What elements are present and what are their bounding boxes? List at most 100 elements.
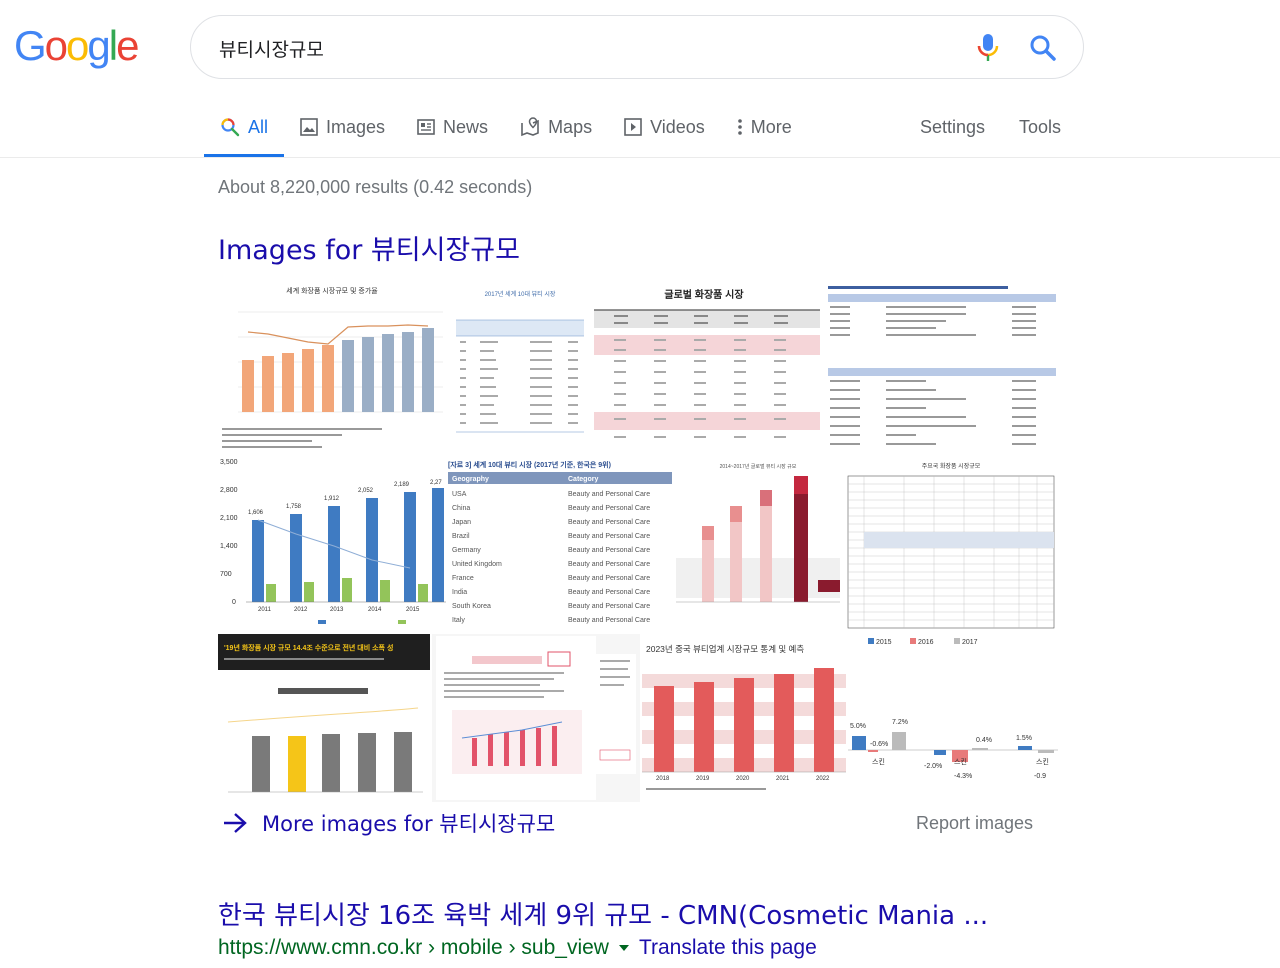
data-label: 2,189	[394, 482, 410, 488]
table-cell: Beauty and Personal Care	[568, 561, 650, 568]
result-url-row: https://www.cmn.co.kr › mobile › sub_vie…	[218, 936, 817, 960]
thumb-title: 2017년 세계 10대 뷰티 시장	[485, 290, 556, 298]
map-icon	[521, 117, 539, 137]
tab-videos[interactable]: Videos	[608, 102, 721, 152]
x-tick: 2019	[696, 776, 710, 782]
y-tick: 700	[220, 571, 232, 578]
image-thumbnail[interactable]: 5.0% 7.2% -0.6% -2.0% 0.4% 1.5% -4.3% -0…	[848, 710, 1058, 802]
tab-label: All	[248, 116, 269, 137]
table-cell: USA	[452, 491, 467, 498]
table-cell: Beauty and Personal Care	[568, 603, 650, 610]
table-cell: Beauty and Personal Care	[568, 505, 650, 512]
category-label: 스킨	[954, 757, 967, 766]
tab-label: Images	[326, 116, 386, 137]
search-icon[interactable]	[1029, 34, 1057, 62]
report-images-link[interactable]: Report images	[916, 813, 1033, 834]
category-label: 스킨	[872, 757, 885, 766]
table-cell: Beauty and Personal Care	[568, 589, 650, 596]
y-tick: 2,100	[220, 515, 238, 522]
x-tick: 2012	[294, 607, 308, 613]
image-thumbnail[interactable]: 세계 화장품 시장규모 및 증가율	[218, 282, 446, 454]
data-label: 2,052	[358, 488, 374, 494]
translate-link[interactable]: Translate this page	[639, 936, 817, 960]
data-label: -4.3%	[954, 773, 972, 780]
search-icon	[221, 118, 240, 137]
logo-letter: o	[66, 22, 89, 69]
data-label: 1,606	[248, 510, 264, 516]
tab-maps[interactable]: Maps	[504, 102, 608, 152]
caret-down-icon[interactable]	[618, 945, 629, 951]
table-cell: China	[452, 505, 470, 512]
image-thumbnail[interactable]: 2014~2017년 글로벌 뷰티 시장 규모	[676, 458, 840, 630]
thumb-title: 글로벌 화장품 시장	[664, 288, 744, 301]
result-title-link[interactable]: 한국 뷰티시장 16조 육박 세계 9위 규모 - CMN(Cosmetic M…	[218, 895, 988, 932]
search-input[interactable]	[219, 35, 939, 61]
logo-letter: G	[14, 22, 47, 69]
image-thumbnail[interactable]: 2017년 세계 10대 뷰티 시장	[452, 282, 588, 454]
table-cell: Beauty and Personal Care	[568, 491, 650, 498]
x-tick: 2013	[330, 607, 344, 613]
x-tick: 2011	[258, 607, 272, 613]
table-cell: Brazil	[452, 533, 470, 540]
data-label: 1.5%	[1016, 735, 1032, 742]
data-label: 7.2%	[892, 719, 908, 726]
data-label: -0.9	[1034, 773, 1046, 780]
data-label: 1,912	[324, 496, 340, 502]
legend-label: 2016	[918, 639, 934, 646]
image-grid: 세계 화장품 시장규모 및 증가율 2017년 세계 10대 뷰티 시장 글로벌…	[218, 282, 1058, 802]
table-cell: France	[452, 575, 474, 582]
x-tick: 2014	[368, 607, 382, 613]
tools-button[interactable]: Tools	[1019, 102, 1061, 152]
image-thumbnail[interactable]: [자료 3] 세계 10대 뷰티 시장 (2017년 기준, 한국은 9위) G…	[448, 458, 672, 630]
images-heading-link[interactable]: Images for 뷰티시장규모	[218, 228, 520, 267]
legend-label: 2017	[962, 639, 978, 646]
table-cell: Beauty and Personal Care	[568, 617, 650, 624]
tab-images[interactable]: Images	[284, 102, 401, 152]
settings-button[interactable]: Settings	[920, 102, 985, 152]
tab-news[interactable]: News	[401, 102, 504, 152]
thumb-title: 주요국 화장품 시장규모	[922, 462, 981, 470]
logo-letter: e	[116, 22, 139, 69]
x-tick: 2022	[816, 776, 830, 782]
tab-label: News	[443, 116, 489, 137]
x-tick: 2018	[656, 776, 670, 782]
tab-all[interactable]: All	[204, 102, 285, 158]
x-tick: 2020	[736, 776, 750, 782]
more-images-link[interactable]: More images for 뷰티시장규모	[222, 808, 555, 838]
table-cell: South Korea	[452, 603, 491, 610]
microphone-icon[interactable]	[976, 32, 1000, 64]
y-tick: 0	[232, 599, 236, 606]
google-logo[interactable]: Google	[14, 22, 139, 69]
search-box	[190, 15, 1084, 79]
image-thumbnail[interactable]: 주요국 화장품 시장규모 2015 2016 2017	[844, 458, 1058, 648]
data-label: -0.6%	[870, 741, 888, 748]
x-tick: 2021	[776, 776, 790, 782]
arrow-right-icon	[224, 813, 247, 833]
table-cell: Beauty and Personal Care	[568, 519, 650, 526]
tab-label: Videos	[650, 116, 705, 137]
table-cell: Beauty and Personal Care	[568, 533, 650, 540]
image-thumbnail[interactable]: 2023년 중국 뷰티업계 시장규모 통계 및 예측 2018 2019 202…	[642, 634, 846, 802]
data-label: 5.0%	[850, 723, 866, 730]
tab-more[interactable]: More	[721, 102, 808, 152]
table-cell: Japan	[452, 519, 471, 526]
table-cell: Beauty and Personal Care	[568, 575, 650, 582]
logo-letter: l	[108, 22, 118, 69]
image-thumbnail[interactable]: '19년 화장품 시장 규모 14.4조 수준으로 전년 대비 소폭 성	[218, 634, 430, 802]
result-stats: About 8,220,000 results (0.42 seconds)	[218, 177, 533, 197]
table-cell: United Kingdom	[452, 561, 502, 568]
thumb-title: 2023년 중국 뷰티업계 시장규모 통계 및 예측	[646, 644, 804, 654]
tab-label: Maps	[548, 116, 593, 137]
logo-letter: g	[87, 22, 110, 69]
more-vert-icon	[737, 119, 742, 135]
tab-label: More	[750, 116, 792, 137]
thumb-title: '19년 화장품 시장 규모 14.4조 수준으로 전년 대비 소폭 성	[224, 643, 393, 652]
category-label: 스킨	[1036, 757, 1049, 766]
y-tick: 2,800	[220, 487, 238, 494]
image-thumbnail[interactable]	[432, 634, 640, 802]
x-tick: 2015	[406, 607, 420, 613]
image-thumbnail[interactable]: 3,500 2,800 2,100 1,400 700 0 1,606 1,75…	[218, 458, 446, 630]
image-thumbnail[interactable]: 글로벌 화장품 시장	[594, 282, 820, 454]
image-thumbnail[interactable]	[826, 282, 1058, 454]
more-images-label: More images for 뷰티시장규모	[262, 812, 556, 836]
